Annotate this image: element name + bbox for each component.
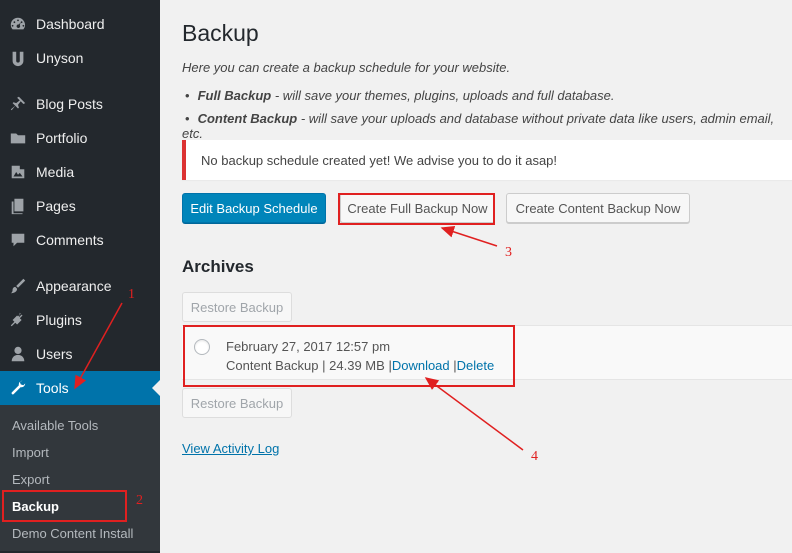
- menu-label: Media: [36, 164, 75, 180]
- page-intro: Here you can create a backup schedule fo…: [182, 59, 511, 75]
- list-item: Content Backup - will save your uploads …: [182, 111, 792, 141]
- media-icon: [0, 163, 36, 181]
- menu-item-plugins[interactable]: Plugins: [0, 303, 160, 337]
- menu-item-appearance[interactable]: Appearance: [0, 269, 160, 303]
- menu-item-blog-posts[interactable]: Blog Posts: [0, 87, 160, 121]
- menu-label: Plugins: [36, 312, 82, 328]
- admin-menu: Dashboard Unyson: [0, 0, 160, 75]
- menu-item-media[interactable]: Media: [0, 155, 160, 189]
- brush-icon: [0, 277, 36, 295]
- annotation-number: 4: [531, 449, 538, 464]
- backup-type-desc: - will save your themes, plugins, upload…: [271, 87, 615, 103]
- menu-label: Tools: [36, 380, 69, 396]
- menu-label: Dashboard: [36, 16, 105, 32]
- admin-menu-settings: Appearance Plugins Users Tools: [0, 269, 160, 405]
- annotation-box-full-backup: [338, 193, 495, 225]
- plug-icon: [0, 311, 36, 329]
- submenu-item-demo-content-install[interactable]: Demo Content Install: [0, 520, 160, 547]
- backup-types-list: Full Backup - will save your themes, plu…: [182, 88, 792, 141]
- submenu-item-import[interactable]: Import: [0, 439, 160, 466]
- tools-submenu: Available Tools Import Export Backup Dem…: [0, 405, 160, 551]
- menu-item-comments[interactable]: Comments: [0, 223, 160, 257]
- admin-sidebar: Dashboard Unyson Blog Posts Portfolio Me…: [0, 0, 160, 553]
- list-item: Full Backup - will save your themes, plu…: [182, 88, 792, 103]
- main-content: Backup Here you can create a backup sche…: [182, 0, 792, 456]
- wrench-icon: [0, 379, 36, 397]
- annotation-number: 1: [128, 287, 135, 302]
- unyson-icon: [0, 49, 36, 67]
- submenu-item-available-tools[interactable]: Available Tools: [0, 412, 160, 439]
- dashboard-icon: [0, 15, 36, 33]
- page-title: Backup: [182, 20, 259, 46]
- restore-backup-button-top[interactable]: Restore Backup: [182, 292, 292, 322]
- restore-backup-button-bottom[interactable]: Restore Backup: [182, 388, 292, 418]
- menu-label: Blog Posts: [36, 96, 103, 112]
- notice-text: No backup schedule created yet! We advis…: [201, 152, 558, 168]
- menu-item-unyson[interactable]: Unyson: [0, 41, 160, 75]
- menu-label: Comments: [36, 232, 104, 248]
- edit-backup-schedule-button[interactable]: Edit Backup Schedule: [182, 193, 326, 223]
- users-icon: [0, 345, 36, 363]
- view-activity-log-link[interactable]: View Activity Log: [182, 441, 279, 456]
- menu-item-pages[interactable]: Pages: [0, 189, 160, 223]
- create-content-backup-button[interactable]: Create Content Backup Now: [506, 193, 690, 223]
- annotation-arrow-3: [440, 226, 498, 247]
- menu-label: Users: [36, 346, 73, 362]
- admin-menu-content: Blog Posts Portfolio Media Pages Comment…: [0, 87, 160, 257]
- annotation-box-backup: [2, 490, 127, 522]
- menu-item-dashboard[interactable]: Dashboard: [0, 7, 160, 41]
- backup-type-name: Full Backup: [197, 87, 272, 103]
- pages-icon: [0, 197, 36, 215]
- archives-heading: Archives: [182, 257, 254, 276]
- backup-type-name: Content Backup: [197, 110, 298, 126]
- error-notice: No backup schedule created yet! We advis…: [182, 140, 792, 180]
- comments-icon: [0, 231, 36, 249]
- menu-item-users[interactable]: Users: [0, 337, 160, 371]
- menu-label: Portfolio: [36, 130, 88, 146]
- menu-label: Appearance: [36, 278, 112, 294]
- annotation-number: 2: [136, 493, 143, 508]
- menu-item-tools[interactable]: Tools: [0, 371, 160, 405]
- menu-label: Unyson: [36, 50, 84, 66]
- menu-item-portfolio[interactable]: Portfolio: [0, 121, 160, 155]
- pin-icon: [0, 95, 36, 113]
- menu-label: Pages: [36, 198, 76, 214]
- submenu-item-export[interactable]: Export: [0, 466, 160, 493]
- annotation-number: 3: [505, 245, 512, 260]
- annotation-box-archive: [183, 325, 515, 387]
- folder-icon: [0, 129, 36, 147]
- annotation-arrow-4: [424, 377, 524, 451]
